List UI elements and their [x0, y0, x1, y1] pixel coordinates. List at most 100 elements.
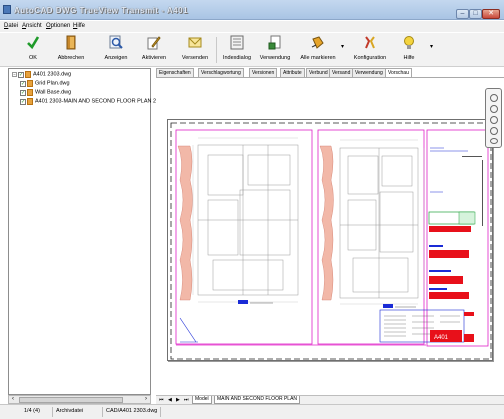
magnifier-icon — [109, 35, 123, 49]
highlighter-icon — [311, 36, 324, 49]
preview-pane[interactable]: A401 — [156, 77, 504, 394]
tree-item[interactable]: − ✓ A401 2303.dwg — [12, 71, 71, 80]
index-card-icon — [230, 35, 244, 50]
toolbar: OK Abbrechen Anzeigen Aktivieren Versend… — [0, 33, 504, 67]
title-bar: AutoCAD DWG TrueView Transmit - A401 – □… — [0, 0, 504, 20]
versenden-label: Versenden — [181, 55, 209, 61]
file-tree[interactable]: − ✓ A401 2303.dwg ✓ Grid Plan.dwg ✓ Wall Bas… — [8, 68, 156, 395]
verwendung-button[interactable]: Verwendung — [258, 35, 292, 65]
scroll-right-icon[interactable]: › — [142, 396, 150, 403]
chevron-down-icon[interactable]: ▾ — [430, 43, 433, 50]
drawing-sheet: A401 — [167, 119, 493, 361]
anzeigen-button[interactable]: Anzeigen — [102, 35, 130, 65]
menu-hilfe[interactable]: Hilfe — [73, 23, 85, 29]
dwg-file-icon — [27, 98, 33, 105]
app-icon — [3, 5, 11, 14]
abbrechen-label: Abbrechen — [57, 55, 85, 61]
chevron-down-icon[interactable]: ▾ — [341, 43, 344, 50]
anzeigen-label: Anzeigen — [104, 55, 128, 61]
close-button[interactable]: ✕ — [482, 9, 500, 19]
pointer-line — [462, 156, 482, 157]
abbrechen-button[interactable]: Abbrechen — [56, 35, 86, 65]
tab-vorschau[interactable]: Vorschau — [385, 68, 412, 77]
tools-icon — [365, 36, 375, 49]
next-layout-icon[interactable]: ▶ — [176, 397, 180, 403]
tree-horizontal-scrollbar[interactable]: ‹ › — [8, 395, 151, 404]
pointer-line — [482, 160, 483, 226]
aktivieren-button[interactable]: Aktivieren — [140, 35, 168, 65]
indexdialog-label: Indexdialog — [222, 55, 252, 61]
tree-item[interactable]: ✓ A401 2303-MAIN AND SECOND FLOOR PLAN 2 — [20, 98, 156, 107]
hilfe-button[interactable]: Hilfe — [399, 35, 419, 65]
close-icon: ✕ — [488, 10, 494, 17]
dwg-file-icon — [25, 71, 31, 78]
scroll-thumb[interactable] — [19, 397, 123, 403]
collapse-icon[interactable]: − — [12, 72, 17, 77]
tab-verschlagwortung[interactable]: Verschlagwortung — [198, 68, 244, 77]
help-bulb-icon — [404, 36, 414, 49]
alle-markieren-button[interactable]: Alle markieren — [298, 35, 338, 65]
tab-verwendung[interactable]: Verwendung — [352, 68, 386, 77]
checkbox[interactable]: ✓ — [20, 98, 26, 105]
tree-item[interactable]: ✓ Wall Base.dwg — [20, 89, 71, 98]
status-bar: 1/4 (4) Archivdatei CAD/A401 2303.dwg — [0, 404, 504, 419]
envelope-icon — [188, 37, 202, 48]
dwg-file-icon — [27, 89, 33, 96]
prev-layout-icon[interactable]: ◀ — [168, 397, 172, 403]
checkbox[interactable]: ✓ — [20, 80, 26, 87]
tab-verbund[interactable]: Verbund — [306, 68, 331, 77]
document-usage-icon — [268, 35, 281, 50]
door-exit-icon — [66, 35, 76, 50]
maximize-button[interactable]: □ — [469, 9, 482, 19]
pan-icon[interactable] — [490, 105, 498, 113]
verwendung-label: Verwendung — [259, 55, 291, 61]
hilfe-label: Hilfe — [403, 55, 415, 61]
status-divider — [102, 407, 103, 417]
tree-item[interactable]: ✓ Grid Plan.dwg — [20, 80, 70, 89]
tab-model[interactable]: Model — [192, 396, 212, 404]
menu-datei[interactable]: Datei — [4, 23, 18, 29]
status-location: Archivdatei — [56, 408, 84, 414]
dwg-file-icon — [27, 80, 33, 87]
ok-button[interactable]: OK — [22, 35, 44, 65]
versenden-button[interactable]: Versenden — [180, 35, 210, 65]
menu-bar: Datei Ansicht Optionen Hilfe — [0, 21, 504, 32]
tree-item-label: Wall Base.dwg — [35, 89, 72, 96]
menu-ansicht[interactable]: Ansicht — [22, 23, 42, 29]
konfiguration-button[interactable]: Konfiguration — [352, 35, 388, 65]
tab-versand[interactable]: Versand — [329, 68, 354, 77]
layout-tabs-bar: ⏮ ◀ ▶ ⏭ Model MAIN AND SECOND FLOOR PLAN — [156, 395, 504, 404]
sheet-number: A401 — [434, 335, 449, 341]
pencil-icon — [147, 36, 161, 50]
ok-label: OK — [29, 55, 37, 61]
orbit-icon[interactable] — [490, 116, 498, 124]
checkbox[interactable]: ✓ — [20, 89, 26, 96]
tab-layout[interactable]: MAIN AND SECOND FLOOR PLAN — [214, 396, 301, 404]
zoom-icon[interactable] — [490, 94, 498, 102]
first-layout-icon[interactable]: ⏮ — [159, 397, 164, 403]
menu-optionen[interactable]: Optionen — [46, 23, 70, 29]
checkmark-icon — [27, 36, 40, 50]
rewind-icon[interactable] — [490, 127, 498, 135]
navigation-wheel[interactable] — [485, 88, 502, 148]
tree-item-label: A401 2303-MAIN AND SECOND FLOOR PLAN 2 — [35, 98, 157, 105]
tab-attribute[interactable]: Attribute — [280, 68, 305, 77]
maximize-icon: □ — [473, 10, 478, 17]
tab-versionen[interactable]: Versionen — [249, 68, 278, 77]
indexdialog-button[interactable]: Indexdialog — [221, 35, 253, 65]
tab-eigenschaften[interactable]: Eigenschaften — [156, 68, 194, 77]
minimize-button[interactable]: – — [456, 9, 469, 19]
scroll-left-icon[interactable]: ‹ — [9, 396, 17, 403]
hand-icon[interactable] — [490, 138, 498, 144]
minimize-icon: – — [460, 10, 465, 17]
checkbox[interactable]: ✓ — [18, 71, 24, 78]
toolbar-separator — [216, 37, 217, 63]
status-divider — [52, 407, 53, 417]
floor-plan-drawing: A401 — [170, 122, 492, 360]
status-count: 1/4 (4) — [24, 408, 40, 414]
window-title: AutoCAD DWG TrueView Transmit - A401 — [14, 6, 189, 15]
tree-item-label: Grid Plan.dwg — [35, 80, 70, 87]
alle-markieren-label: Alle markieren — [300, 55, 336, 61]
tree-item-label: A401 2303.dwg — [33, 71, 72, 78]
last-layout-icon[interactable]: ⏭ — [184, 397, 189, 403]
